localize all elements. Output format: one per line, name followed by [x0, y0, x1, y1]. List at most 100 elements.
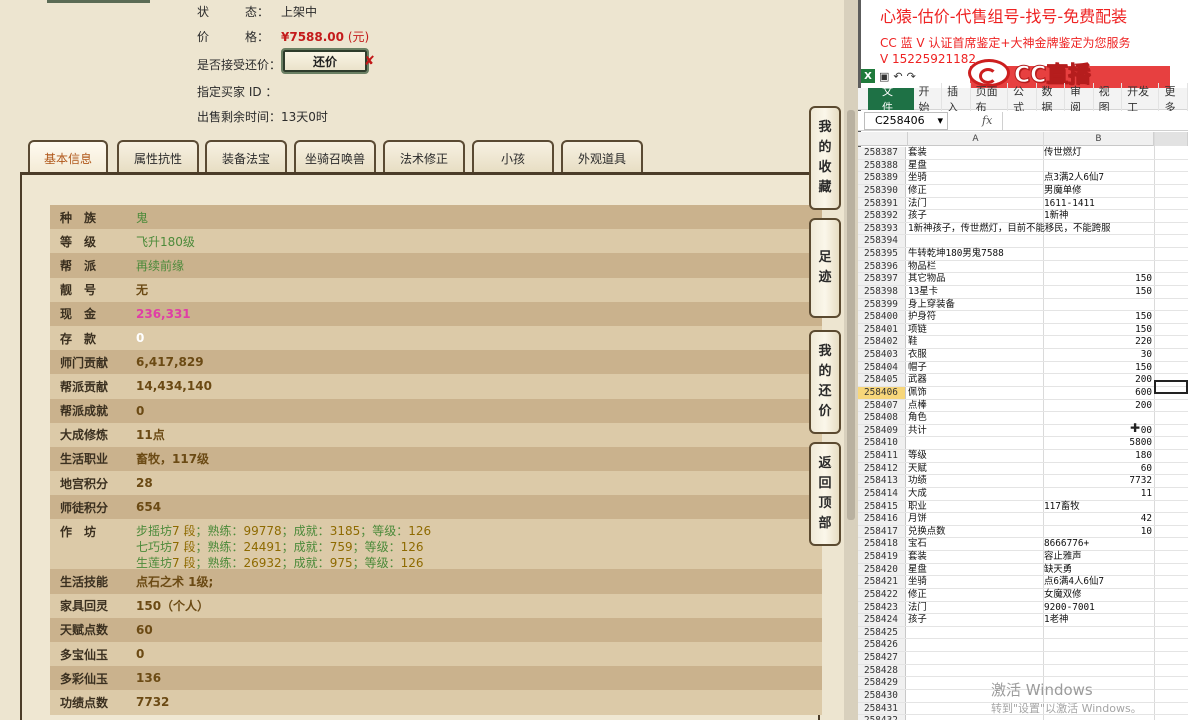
cell-b[interactable]: 8666776+ — [1044, 538, 1154, 550]
cell-a[interactable]: 坐骑 — [908, 576, 1042, 588]
cell-b[interactable]: 容止雅声 — [1044, 551, 1154, 563]
cell-a[interactable]: 修正 — [908, 589, 1042, 601]
cell-b[interactable]: 点3满2人6仙7 — [1044, 172, 1154, 184]
sheet-row[interactable]: 258420 星盘 缺天勇 — [858, 563, 1188, 577]
haggle-button[interactable]: 还价 — [281, 48, 369, 74]
cell-a[interactable]: 套装 — [908, 551, 1042, 563]
cell-b[interactable]: 150 — [1044, 286, 1154, 298]
row-number[interactable]: 258425 — [858, 626, 906, 639]
sheet-row[interactable]: 258423 法门 9200-7001 — [858, 601, 1188, 615]
row-number[interactable]: 258407 — [858, 399, 906, 412]
cell-b[interactable]: 1611-1411 — [1044, 198, 1154, 210]
row-number[interactable]: 258430 — [858, 689, 906, 702]
sheet-row[interactable]: 258392 孩子 1新神 — [858, 210, 1188, 223]
cell-a[interactable]: 天赋 — [908, 463, 1042, 475]
row-number[interactable]: 258406 — [858, 386, 906, 399]
cell-b[interactable]: 1新神 — [1044, 210, 1154, 222]
cell-a[interactable]: 坐骑 — [908, 172, 1042, 184]
close-icon[interactable]: ✘ — [364, 54, 375, 69]
sheet-row[interactable]: 258415 职业 117畜牧 — [858, 500, 1188, 514]
save-icon[interactable]: ▣ — [879, 70, 889, 83]
cell-b[interactable]: 传世燃灯 — [1044, 147, 1154, 159]
tab-more[interactable]: 更多 — [1159, 82, 1188, 115]
tab-data[interactable]: 数据 — [1037, 82, 1066, 115]
sheet-row[interactable]: 258393 1新神孩子，传世燃灯，目前不能移民，不能跨服 — [858, 222, 1188, 236]
row-number[interactable]: 258396 — [858, 260, 906, 273]
cell-b[interactable]: 5800 — [1044, 437, 1154, 449]
cell-a[interactable]: 孩子 — [908, 614, 1042, 626]
cell-b[interactable]: 180 — [1044, 450, 1154, 462]
sheet-row[interactable]: 258421 坐骑 点6满4人6仙7 — [858, 576, 1188, 589]
row-number[interactable]: 258428 — [858, 664, 906, 677]
sheet-row[interactable]: 258418 宝石 8666776+ — [858, 538, 1188, 551]
row-number[interactable]: 258431 — [858, 702, 906, 715]
cell-a[interactable]: 等级 — [908, 450, 1042, 462]
cell-a[interactable]: 法门 — [908, 602, 1042, 614]
row-number[interactable]: 258400 — [858, 311, 906, 323]
fx-icon[interactable]: fx — [982, 114, 992, 127]
cell-a[interactable]: 鞋 — [908, 336, 1042, 348]
sheet-row[interactable]: 258412 天赋 60 — [858, 462, 1188, 476]
row-number[interactable]: 258392 — [858, 210, 906, 222]
cell-b[interactable]: 点6满4人6仙7 — [1044, 576, 1154, 588]
row-number[interactable]: 258422 — [858, 588, 906, 601]
sheet-row[interactable]: 258391 法门 1611-1411 — [858, 197, 1188, 211]
sheet-row[interactable]: 258425 — [858, 626, 1188, 640]
row-number[interactable]: 258411 — [858, 450, 906, 462]
row-number[interactable]: 258388 — [858, 159, 906, 172]
cell-a[interactable]: 星盘 — [908, 160, 1042, 172]
page-scrollbar[interactable] — [844, 0, 858, 720]
tab-developer[interactable]: 开发工 — [1122, 82, 1160, 115]
formula-input[interactable] — [1002, 111, 1188, 130]
cell-a[interactable]: 月饼 — [908, 513, 1042, 525]
cell-a[interactable]: 其它物品 — [908, 273, 1042, 285]
cell-a[interactable]: 身上穿装备 — [908, 299, 1042, 311]
cell-a[interactable]: 13星卡 — [908, 286, 1042, 298]
row-number[interactable]: 258426 — [858, 639, 906, 651]
cell-a[interactable]: 大成 — [908, 488, 1042, 500]
name-box[interactable]: C258406 ▾ — [864, 111, 948, 130]
tab-review[interactable]: 审阅 — [1065, 82, 1094, 115]
cell-a[interactable]: 衣服 — [908, 349, 1042, 361]
cell-b[interactable]: 11 — [1044, 488, 1154, 500]
cell-a[interactable]: 佩饰 — [908, 387, 1042, 399]
cell-a[interactable]: 宝石 — [908, 538, 1042, 550]
tab-spell-correction[interactable]: 法术修正 — [383, 140, 465, 174]
tab-file[interactable]: 文件 — [868, 85, 914, 114]
cell-a[interactable]: 法门 — [908, 198, 1042, 210]
row-number[interactable]: 258408 — [858, 412, 906, 424]
row-number[interactable]: 258424 — [858, 614, 906, 626]
cell-b[interactable]: 女魔双修 — [1044, 589, 1154, 601]
cell-b[interactable]: 1老神 — [1044, 614, 1154, 626]
row-number[interactable]: 258429 — [858, 677, 906, 689]
tab-insert[interactable]: 插入 — [942, 82, 971, 115]
cell-b[interactable]: 150 — [1044, 311, 1154, 323]
sheet-row[interactable]: 258404 帽子 150 — [858, 361, 1188, 375]
tab-view[interactable]: 视图 — [1094, 82, 1123, 115]
cell-a[interactable]: 武器 — [908, 374, 1042, 386]
column-header-c[interactable] — [1154, 132, 1188, 146]
cell-b[interactable]: 600 — [1044, 387, 1154, 399]
back-to-top-button[interactable]: 返回顶部 — [809, 442, 841, 546]
cell-b[interactable]: 42 — [1044, 513, 1154, 525]
cell-b[interactable]: 9200-7001 — [1044, 602, 1154, 614]
row-number[interactable]: 258432 — [858, 715, 906, 720]
sheet-row[interactable]: 258405 武器 200 — [858, 374, 1188, 387]
sheet-row[interactable]: 258427 — [858, 652, 1188, 665]
row-number[interactable]: 258412 — [858, 462, 906, 475]
row-number[interactable]: 258403 — [858, 349, 906, 361]
sheet-row[interactable]: 258419 套装 容止雅声 — [858, 551, 1188, 564]
row-number[interactable]: 258427 — [858, 652, 906, 664]
tab-equipment[interactable]: 装备法宝 — [205, 140, 287, 174]
row-number[interactable]: 258420 — [858, 563, 906, 576]
row-number[interactable]: 258414 — [858, 487, 906, 500]
sheet-row[interactable]: 258399 身上穿装备 — [858, 298, 1188, 312]
sheet-row[interactable]: 258394 — [858, 235, 1188, 248]
row-number[interactable]: 258423 — [858, 601, 906, 614]
cell-b[interactable]: 30 — [1044, 349, 1154, 361]
sheet-row[interactable]: 258406 佩饰 600 — [858, 386, 1188, 400]
sheet-row[interactable]: 258424 孩子 1老神 — [858, 614, 1188, 627]
sheet-row[interactable]: 258389 坐骑 点3满2人6仙7 — [858, 172, 1188, 185]
tab-page-layout[interactable]: 页面布 — [971, 82, 1008, 115]
my-favorites-button[interactable]: 我的收藏 — [809, 106, 841, 210]
